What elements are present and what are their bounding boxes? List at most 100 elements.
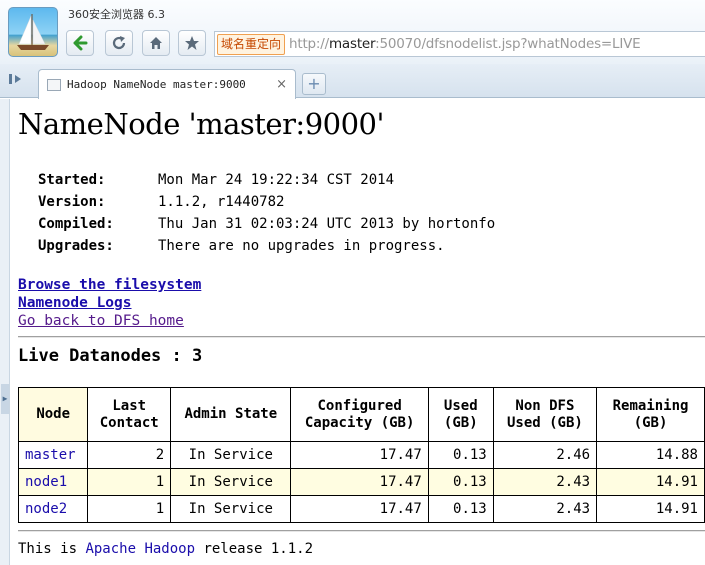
home-button[interactable] — [142, 30, 170, 56]
section-title: Live Datanodes : 3 — [18, 346, 203, 366]
page-content: ▶ NameNode 'master:9000' Started: Mon Ma… — [0, 99, 705, 565]
used-cell: 0.13 — [427, 441, 494, 469]
info-value: There are no upgrades in progress. — [158, 238, 445, 254]
dfs-home-link[interactable]: Go back to DFS home — [18, 312, 201, 330]
browse-filesystem-link[interactable]: Browse the filesystem — [18, 276, 201, 294]
admin-state-cell: In Service — [170, 468, 292, 496]
nav-links: Browse the filesystem Namenode Logs Go b… — [18, 276, 201, 330]
namenode-info: Started: Mon Mar 24 19:22:34 CST 2014 Ve… — [38, 169, 495, 257]
last-contact-cell: 1 — [87, 468, 172, 496]
last-contact-cell: 1 — [87, 495, 172, 523]
info-label: Upgrades: — [38, 238, 114, 254]
info-value: Mon Mar 24 19:22:34 CST 2014 — [158, 172, 395, 188]
non-dfs-used-cell: 2.46 — [492, 441, 598, 469]
refresh-button[interactable] — [105, 30, 133, 56]
node-link[interactable]: node1 — [25, 474, 67, 490]
column-header-last-contact[interactable]: Last Contact — [87, 387, 172, 442]
url-text: http://master:50070/dfsnodelist.jsp?what… — [289, 36, 641, 52]
url-host: master — [328, 36, 376, 52]
info-row-started: Started: Mon Mar 24 19:22:34 CST 2014 — [38, 169, 495, 191]
column-header-label: Used — [443, 397, 478, 414]
node-cell: master — [17, 441, 89, 469]
datanodes-table: Node Last Contact Admin State Configured C… — [17, 387, 705, 523]
column-header-non-dfs-used[interactable]: Non DFS Used (GB) — [492, 387, 598, 442]
column-header-label: Capacity (GB) — [304, 414, 415, 431]
favorite-button[interactable] — [178, 30, 206, 56]
configured-capacity-cell: 17.47 — [290, 495, 429, 523]
configured-capacity-cell: 17.47 — [290, 441, 429, 469]
expand-panel-icon[interactable]: ▶ — [1, 384, 9, 414]
arrow-left-icon — [73, 35, 88, 51]
url-prefix: http:// — [289, 36, 329, 52]
address-bar[interactable]: 域名重定向 http://master:50070/dfsnodelist.js… — [214, 31, 705, 57]
used-cell: 0.13 — [427, 495, 494, 523]
info-row-version: Version: 1.1.2, r1440782 — [38, 191, 495, 213]
column-header-admin-state[interactable]: Admin State — [170, 387, 292, 442]
column-header-label: Remaining — [612, 397, 689, 414]
redirect-badge[interactable]: 域名重定向 — [217, 33, 286, 55]
url-path: :50070/dfsnodelist.jsp?whatNodes=LIVE — [375, 36, 641, 52]
info-row-upgrades: Upgrades: There are no upgrades in progr… — [38, 235, 495, 257]
last-contact-cell: 2 — [87, 441, 172, 469]
admin-state-cell: In Service — [170, 441, 292, 469]
table-header-row: Node Last Contact Admin State Configured C… — [17, 387, 705, 442]
divider — [18, 336, 705, 338]
home-icon — [150, 37, 162, 49]
info-value: 1.1.2, r1440782 — [158, 194, 285, 210]
node-link[interactable]: master — [25, 447, 76, 463]
column-header-configured-capacity[interactable]: Configured Capacity (GB) — [290, 387, 429, 442]
info-value: Thu Jan 31 02:03:24 UTC 2013 by hortonfo — [158, 216, 496, 232]
info-label: Compiled: — [38, 216, 114, 232]
star-icon — [185, 36, 199, 50]
column-header-node[interactable]: Node — [17, 387, 89, 442]
node-cell: node1 — [17, 468, 89, 496]
page-icon — [47, 78, 61, 91]
column-header-label: Node — [36, 406, 71, 422]
browser-logo-icon — [8, 7, 58, 57]
column-header-label: Contact — [99, 414, 159, 431]
sidebar-toggle-icon[interactable] — [6, 72, 26, 90]
column-header-used[interactable]: Used (GB) — [427, 387, 494, 442]
column-header-label: (GB) — [633, 414, 668, 431]
footer-text: release 1.1.2 — [195, 541, 314, 557]
apache-hadoop-link[interactable]: Apache Hadoop — [85, 541, 195, 557]
browser-title: 360安全浏览器 6.3 — [68, 8, 165, 21]
non-dfs-used-cell: 2.43 — [492, 468, 598, 496]
tab-title: Hadoop NameNode master:9000 — [67, 78, 246, 91]
side-panel-rail: ▶ — [0, 99, 10, 565]
column-header-label: (GB) — [443, 414, 478, 431]
tab-bar: Hadoop NameNode master:9000 × + — [0, 64, 705, 99]
namenode-logs-link[interactable]: Namenode Logs — [18, 294, 201, 312]
info-label: Version: — [38, 194, 106, 210]
non-dfs-used-cell: 2.43 — [492, 495, 598, 523]
panel-arrow-icon — [9, 74, 21, 84]
column-header-label: Admin State — [184, 406, 278, 422]
column-header-label: Last — [112, 397, 147, 414]
info-label: Started: — [38, 172, 106, 188]
info-row-compiled: Compiled: Thu Jan 31 02:03:24 UTC 2013 b… — [38, 213, 495, 235]
node-link[interactable]: node2 — [25, 501, 67, 517]
divider — [18, 530, 705, 532]
admin-state-cell: In Service — [170, 495, 292, 523]
remaining-cell: 14.91 — [596, 495, 705, 523]
tab-hadoop-namenode[interactable]: Hadoop NameNode master:9000 × — [38, 69, 296, 99]
column-header-label: Configured — [317, 397, 402, 414]
column-header-remaining[interactable]: Remaining (GB) — [596, 387, 705, 442]
column-header-label: Non DFS — [515, 397, 575, 414]
used-cell: 0.13 — [427, 468, 494, 496]
close-icon[interactable]: × — [276, 77, 287, 92]
remaining-cell: 14.91 — [596, 468, 705, 496]
new-tab-button[interactable]: + — [302, 73, 326, 95]
back-button[interactable] — [66, 30, 94, 56]
footer-text: This is — [18, 541, 86, 557]
configured-capacity-cell: 17.47 — [290, 468, 429, 496]
footer: This is Apache Hadoop release 1.1.2 — [18, 541, 313, 557]
page-title: NameNode 'master:9000' — [18, 107, 384, 141]
browser-toolbar: 360安全浏览器 6.3 域名重定向 http://master:50070/d… — [0, 0, 705, 64]
node-cell: node2 — [17, 495, 89, 523]
table-row: node1 1 In Service 17.47 0.13 2.43 14.91 — [17, 468, 705, 496]
table-row: master 2 In Service 17.47 0.13 2.46 14.8… — [17, 441, 705, 469]
column-header-label: Used (GB) — [506, 414, 583, 431]
table-row: node2 1 In Service 17.47 0.13 2.43 14.91 — [17, 495, 705, 523]
refresh-icon — [112, 36, 126, 50]
